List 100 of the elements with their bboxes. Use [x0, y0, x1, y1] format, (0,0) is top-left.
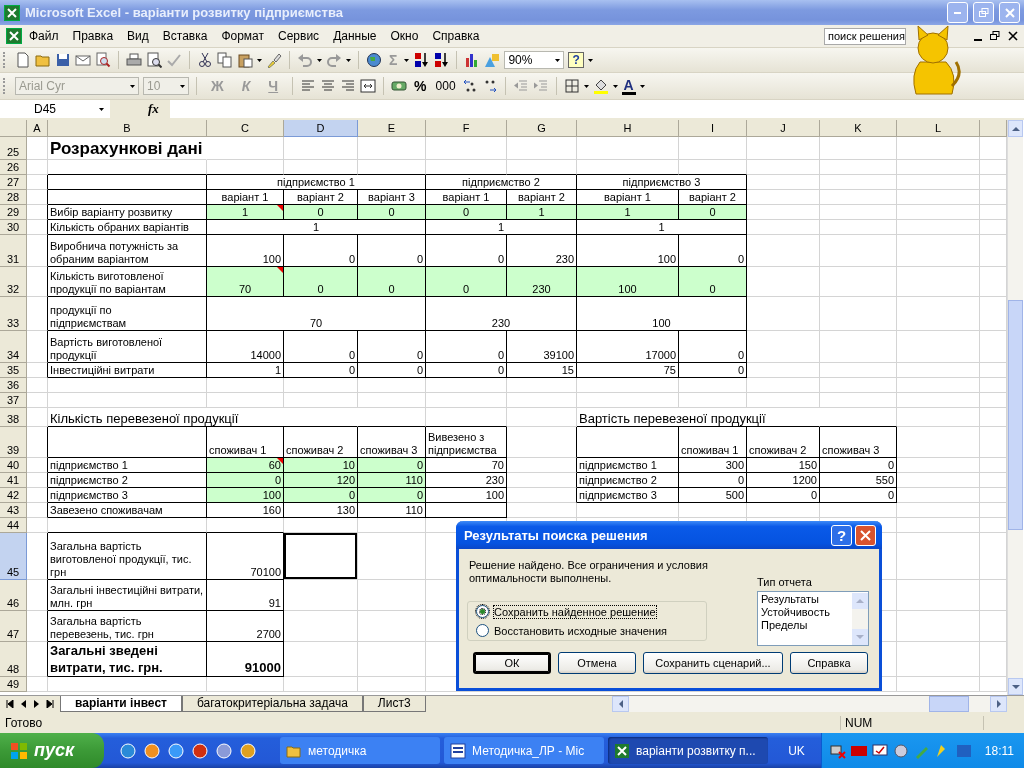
row-header[interactable]: 41: [0, 473, 27, 488]
sort-ascending-icon[interactable]: [413, 52, 430, 68]
column-header[interactable]: B: [48, 120, 207, 137]
scrollbar-thumb[interactable]: [929, 696, 969, 712]
caret-icon[interactable]: [583, 84, 589, 88]
column-header[interactable]: D: [284, 120, 358, 137]
sheet-tab[interactable]: багатокритеріальна задача: [181, 696, 363, 712]
thousands-button[interactable]: 000: [433, 79, 458, 93]
row-header[interactable]: 42: [0, 488, 27, 503]
increase-decimal-icon[interactable]: [461, 78, 478, 94]
row-header[interactable]: 45: [0, 533, 27, 580]
row-header[interactable]: 44: [0, 518, 27, 533]
network-icon[interactable]: [829, 742, 846, 759]
sheet-tab[interactable]: варіанти інвест: [60, 696, 182, 712]
taskbar-button[interactable]: Методичка_ЛР - Mic: [444, 737, 604, 764]
radio-option[interactable]: Восстановить исходные значения: [476, 624, 698, 637]
row-header[interactable]: 37: [0, 393, 27, 408]
start-button[interactable]: пуск: [0, 733, 104, 768]
caret-icon[interactable]: [180, 84, 185, 88]
row-header[interactable]: 26: [0, 160, 27, 175]
caret-icon[interactable]: [317, 58, 322, 62]
app-icon[interactable]: [216, 742, 232, 759]
help-button[interactable]: ?: [831, 524, 852, 546]
caret-icon[interactable]: [346, 58, 351, 62]
insert-function-button[interactable]: fx: [148, 101, 170, 117]
list-item[interactable]: Результаты: [761, 593, 830, 606]
row-header[interactable]: 34: [0, 331, 27, 363]
row-header[interactable]: 36: [0, 378, 27, 393]
caret-icon[interactable]: [587, 58, 593, 62]
column-header[interactable]: H: [577, 120, 679, 137]
row-header[interactable]: 35: [0, 363, 27, 378]
caret-icon[interactable]: [555, 58, 561, 62]
dialog-button[interactable]: ОК: [473, 652, 551, 674]
caret-icon[interactable]: [130, 84, 135, 88]
list-item[interactable]: Пределы: [761, 619, 830, 632]
column-header[interactable]: J: [747, 120, 820, 137]
paintbrush-icon[interactable]: [266, 52, 282, 68]
first-sheet-icon[interactable]: [6, 700, 14, 708]
cell-cursor[interactable]: [284, 533, 358, 580]
sheet-tab[interactable]: Лист3: [362, 696, 426, 712]
name-box[interactable]: D45: [0, 100, 110, 118]
row-header[interactable]: 40: [0, 458, 27, 473]
row-header[interactable]: 28: [0, 190, 27, 205]
caret-icon[interactable]: [257, 58, 262, 62]
next-sheet-icon[interactable]: [33, 700, 40, 708]
column-header[interactable]: I: [679, 120, 747, 137]
merge-cells-icon[interactable]: [360, 78, 377, 94]
menu-item[interactable]: Вставка: [155, 27, 215, 45]
column-header[interactable]: E: [358, 120, 426, 137]
row-header[interactable]: 43: [0, 503, 27, 518]
dialog-button[interactable]: Отмена: [558, 652, 636, 674]
radio-button[interactable]: [476, 605, 489, 618]
new-document-icon[interactable]: [15, 52, 31, 68]
language-indicator[interactable]: UK: [788, 743, 805, 758]
list-item[interactable]: Устойчивость: [761, 606, 830, 619]
column-header[interactable]: A: [27, 120, 48, 137]
menu-item[interactable]: Сервис: [271, 27, 327, 45]
row-header[interactable]: 46: [0, 580, 27, 611]
caret-icon[interactable]: [99, 107, 104, 111]
decrease-indent-icon[interactable]: [512, 78, 529, 94]
row-header[interactable]: 47: [0, 611, 27, 642]
printer-icon[interactable]: [126, 52, 142, 68]
align-left-icon[interactable]: [300, 78, 317, 94]
scrollbar-thumb[interactable]: [1008, 300, 1023, 530]
close-icon[interactable]: [1008, 31, 1018, 41]
menu-item[interactable]: Формат: [214, 27, 272, 45]
row-header[interactable]: 49: [0, 677, 27, 692]
monitor-icon[interactable]: [871, 742, 888, 759]
app-icon[interactable]: [240, 742, 256, 759]
close-button[interactable]: [855, 524, 876, 546]
row-header[interactable]: 38: [0, 408, 27, 427]
scroll-down-button[interactable]: [1008, 678, 1023, 695]
magnifier-icon[interactable]: [95, 52, 111, 68]
row-header[interactable]: 31: [0, 235, 27, 267]
spreadsheet-icon[interactable]: [6, 28, 22, 44]
row-header[interactable]: 33: [0, 297, 27, 331]
menu-item[interactable]: Окно: [383, 27, 426, 45]
taskbar-button[interactable]: методичка: [280, 737, 440, 764]
menu-item[interactable]: Справка: [425, 27, 487, 45]
row-header[interactable]: 39: [0, 427, 27, 458]
checkmark-icon[interactable]: [166, 52, 182, 68]
help-search-field[interactable]: поиск решения: [824, 27, 906, 45]
font-color-button[interactable]: A: [621, 77, 636, 95]
align-center-icon[interactable]: [320, 78, 337, 94]
scissors-icon[interactable]: [197, 52, 213, 68]
restore-icon[interactable]: [990, 31, 1000, 41]
copy-icon[interactable]: [217, 52, 233, 68]
column-header[interactable]: G: [507, 120, 577, 137]
envelope-icon[interactable]: [75, 52, 91, 68]
row-header[interactable]: 29: [0, 205, 27, 220]
previous-sheet-icon[interactable]: [20, 700, 27, 708]
column-header[interactable]: K: [820, 120, 897, 137]
sort-descending-icon[interactable]: [433, 52, 450, 68]
caret-icon[interactable]: [612, 84, 618, 88]
print-preview-icon[interactable]: [146, 52, 162, 68]
caret-icon[interactable]: [404, 58, 410, 62]
clipboard-icon[interactable]: [237, 52, 253, 68]
menu-item[interactable]: Данные: [326, 27, 384, 45]
help-button[interactable]: ?: [568, 52, 584, 68]
scroll-up-button[interactable]: [1008, 120, 1023, 137]
